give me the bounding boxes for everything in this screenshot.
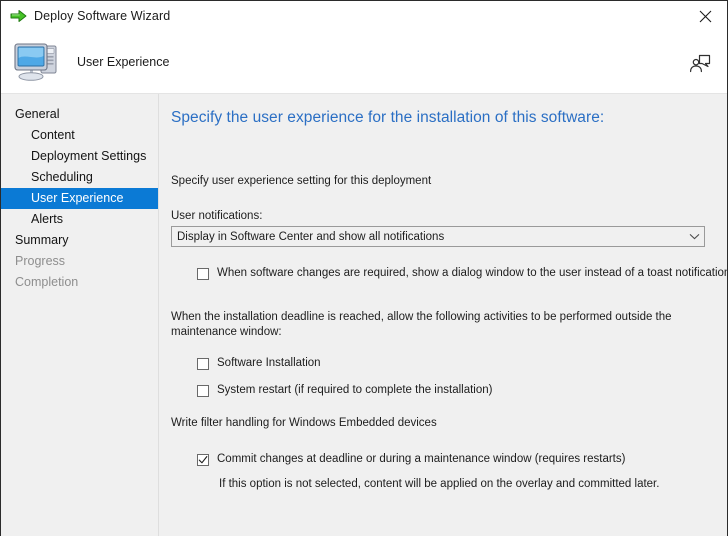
write-filter-hint: If this option is not selected, content … — [219, 478, 660, 490]
dialog-window-checkbox-row[interactable]: When software changes are required, show… — [197, 267, 727, 280]
wizard-body: General Content Deployment Settings Sche… — [1, 93, 727, 536]
commit-changes-label: Commit changes at deadline or during a m… — [217, 453, 626, 465]
title-bar: Deploy Software Wizard — [1, 1, 727, 31]
wizard-sidebar: General Content Deployment Settings Sche… — [1, 94, 159, 536]
page-title: Specify the user experience for the inst… — [171, 109, 605, 126]
computer-icon — [11, 38, 63, 86]
write-filter-section-label: Write filter handling for Windows Embedd… — [171, 417, 437, 429]
chevron-down-icon — [684, 227, 704, 246]
sidebar-item-alerts[interactable]: Alerts — [1, 209, 158, 230]
sidebar-item-general[interactable]: General — [1, 104, 158, 125]
commit-changes-checkbox-row[interactable]: Commit changes at deadline or during a m… — [197, 453, 705, 466]
user-notifications-label: User notifications: — [171, 210, 263, 222]
feedback-person-icon[interactable] — [687, 49, 713, 75]
deploy-software-wizard-window: Deploy Software Wizard User Experience G… — [0, 0, 728, 536]
window-title: Deploy Software Wizard — [34, 9, 171, 23]
software-installation-checkbox-row[interactable]: Software Installation — [197, 357, 705, 370]
software-installation-label: Software Installation — [217, 357, 321, 369]
page-header: User Experience — [1, 31, 727, 93]
deadline-paragraph: When the installation deadline is reache… — [171, 311, 672, 338]
sidebar-item-progress: Progress — [15, 254, 66, 268]
sidebar-item-content[interactable]: Content — [1, 125, 158, 146]
close-button[interactable] — [683, 1, 727, 31]
green-arrow-icon — [9, 8, 27, 24]
system-restart-checkbox-row[interactable]: System restart (if required to complete … — [197, 384, 705, 397]
intro-text: Specify user experience setting for this… — [171, 175, 432, 187]
system-restart-checkbox[interactable] — [197, 385, 209, 397]
user-notifications-value: Display in Software Center and show all … — [177, 230, 445, 243]
system-restart-label: System restart (if required to complete … — [217, 384, 493, 396]
dialog-window-checkbox[interactable] — [197, 268, 209, 280]
dialog-window-checkbox-label: When software changes are required, show… — [217, 267, 727, 279]
software-installation-checkbox[interactable] — [197, 358, 209, 370]
sidebar-item-user-experience[interactable]: User Experience — [1, 188, 158, 209]
commit-changes-checkbox[interactable] — [197, 454, 209, 466]
user-notifications-select[interactable]: Display in Software Center and show all … — [171, 226, 705, 247]
wizard-content-pane: Specify the user experience for the inst… — [159, 94, 727, 536]
header-title: User Experience — [77, 55, 170, 69]
sidebar-item-deployment-settings[interactable]: Deployment Settings — [1, 146, 158, 167]
sidebar-item-scheduling[interactable]: Scheduling — [1, 167, 158, 188]
sidebar-item-summary[interactable]: Summary — [1, 230, 158, 251]
sidebar-item-completion: Completion — [15, 275, 79, 289]
